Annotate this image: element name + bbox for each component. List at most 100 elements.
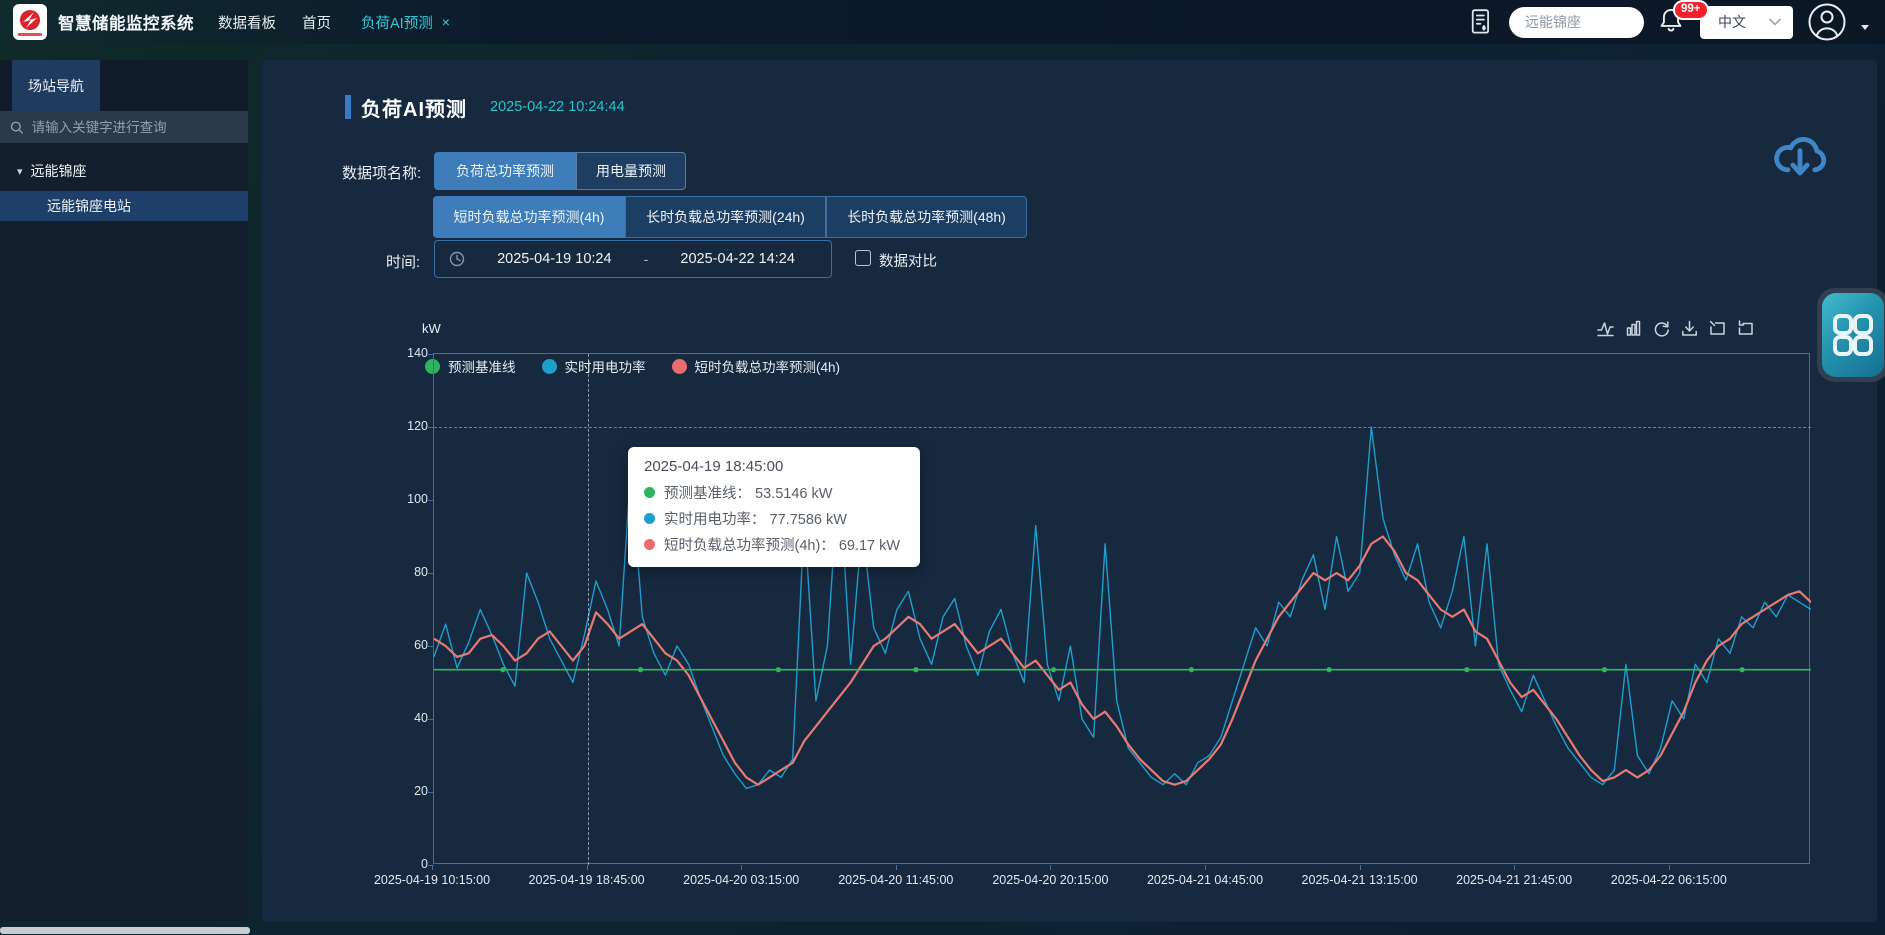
- chevron-down-icon: [1769, 18, 1781, 26]
- chart-tooltip: 2025-04-19 18:45:00 预测基准线： 53.5146 kW 实时…: [628, 447, 920, 567]
- quick-menu-button[interactable]: [1817, 288, 1885, 382]
- tree-node-parent[interactable]: ▾ 远能锦座: [0, 157, 248, 185]
- nav-item-home[interactable]: 首页: [302, 12, 331, 33]
- main-panel: 负荷AI预测 2025-04-22 10:24:44 数据项名称: 负荷总功率预…: [262, 60, 1877, 922]
- tooltip-time: 2025-04-19 18:45:00: [644, 458, 904, 475]
- series-marker: [638, 667, 643, 672]
- download-icon[interactable]: [1681, 320, 1698, 337]
- load-forecast-chart[interactable]: 0204060801001201402025-04-19 10:15:00202…: [433, 353, 1810, 864]
- series-marker: [1189, 667, 1194, 672]
- navbar-right: 99+ 中文: [1468, 3, 1869, 41]
- x-tick-label: 2025-04-20 11:45:00: [838, 873, 953, 887]
- top-navbar: 智慧储能监控系统 数据看板 首页 负荷AI预测 × 99+: [0, 0, 1885, 44]
- y-tick-label: 80: [390, 565, 428, 579]
- chart-series-canvas: [434, 354, 1811, 865]
- tooltip-dot-baseline: [644, 487, 655, 498]
- button-total-power-forecast[interactable]: 负荷总功率预测: [434, 152, 576, 190]
- notification-bell[interactable]: 99+: [1659, 7, 1685, 37]
- x-tick-label: 2025-04-22 06:15:00: [1611, 873, 1727, 887]
- avatar-icon[interactable]: [1808, 3, 1846, 41]
- x-tick-mark: [1205, 865, 1206, 870]
- subtab-short-term-4h[interactable]: 短时负载总功率预测(4h): [433, 196, 625, 238]
- report-icon[interactable]: [1468, 7, 1494, 37]
- time-start-value[interactable]: 2025-04-19 10:24: [475, 251, 634, 267]
- y-tick-mark: [428, 354, 434, 355]
- y-tick-mark: [428, 500, 434, 501]
- y-tick-label: 120: [390, 419, 428, 433]
- series-短时负载总功率预测(4h): [434, 537, 1811, 785]
- y-tick-mark: [428, 646, 434, 647]
- nav-menu: 数据看板 首页: [218, 12, 331, 33]
- station-sidebar: 场站导航 ▾ 远能锦座 远能锦座电站: [0, 60, 248, 922]
- logo[interactable]: [13, 4, 47, 40]
- series-marker: [1740, 667, 1745, 672]
- x-tick-mark: [1514, 865, 1515, 870]
- logo-subtext: [18, 33, 42, 36]
- line-chart-icon[interactable]: [1597, 320, 1614, 337]
- button-energy-forecast[interactable]: 用电量预测: [576, 152, 686, 190]
- tooltip-row-realtime: 实时用电功率： 77.7586 kW: [644, 508, 904, 529]
- x-tick-mark: [741, 865, 742, 870]
- tree-caret-icon[interactable]: ▾: [17, 165, 23, 178]
- series-marker: [500, 667, 505, 672]
- horizontal-scrollbar[interactable]: [0, 927, 250, 934]
- x-tick-label: 2025-04-19 10:15:00: [374, 873, 490, 887]
- x-tick-label: 2025-04-19 18:45:00: [529, 873, 645, 887]
- y-tick-label: 140: [390, 346, 428, 360]
- x-tick-label: 2025-04-20 20:15:00: [992, 873, 1108, 887]
- subtab-long-term-24h[interactable]: 长时负载总功率预测(24h): [625, 196, 826, 238]
- y-tick-mark: [428, 427, 434, 428]
- time-label: 时间:: [386, 251, 420, 272]
- y-tick-mark: [428, 865, 434, 866]
- zoom-restore-icon[interactable]: [1737, 320, 1754, 337]
- title-accent-bar: [345, 95, 351, 119]
- station-tree: ▾ 远能锦座 远能锦座电站: [0, 143, 248, 221]
- open-tab-load-forecast[interactable]: 负荷AI预测 ×: [361, 12, 450, 33]
- page-title: 负荷AI预测: [361, 93, 467, 122]
- time-end-value[interactable]: 2025-04-22 14:24: [658, 251, 817, 267]
- x-tick-mark: [896, 865, 897, 870]
- y-tick-label: 20: [390, 784, 428, 798]
- search-icon: [10, 120, 24, 135]
- data-zoom-icon[interactable]: [1709, 320, 1726, 337]
- y-axis-unit: kW: [422, 321, 441, 336]
- tooltip-row-forecast: 短时负载总功率预测(4h)： 69.17 kW: [644, 534, 904, 555]
- time-separator: -: [644, 251, 649, 267]
- export-button[interactable]: [1768, 126, 1832, 185]
- search-input[interactable]: [32, 120, 238, 135]
- x-tick-label: 2025-04-20 03:15:00: [683, 873, 799, 887]
- user-menu-caret-icon[interactable]: [1861, 25, 1869, 30]
- language-select[interactable]: 中文: [1700, 6, 1793, 39]
- sidebar-header: 场站导航: [0, 60, 248, 111]
- x-tick-mark: [1050, 865, 1051, 870]
- x-tick-mark: [1669, 865, 1670, 870]
- bar-chart-icon[interactable]: [1625, 320, 1642, 337]
- x-tick-mark: [1360, 865, 1361, 870]
- x-tick-label: 2025-04-21 13:15:00: [1302, 873, 1418, 887]
- tooltip-row-baseline: 预测基准线： 53.5146 kW: [644, 482, 904, 503]
- clock-icon: [449, 251, 465, 267]
- y-tick-label: 60: [390, 638, 428, 652]
- tab-station-navigation[interactable]: 场站导航: [12, 60, 100, 111]
- tree-node-child-selected[interactable]: 远能锦座电站: [0, 191, 248, 221]
- close-icon[interactable]: ×: [442, 15, 450, 29]
- tooltip-dot-realtime: [644, 513, 655, 524]
- quick-menu-inner: [1822, 293, 1884, 377]
- time-range-picker[interactable]: 2025-04-19 10:24 - 2025-04-22 14:24: [434, 240, 832, 278]
- nav-item-dashboard[interactable]: 数据看板: [218, 12, 276, 33]
- station-input[interactable]: [1509, 7, 1644, 38]
- x-tick-label: 2025-04-21 21:45:00: [1456, 873, 1572, 887]
- crosshair-horizontal: [434, 427, 1811, 428]
- app-window: 智慧储能监控系统 数据看板 首页 负荷AI预测 × 99+: [0, 0, 1885, 935]
- subtab-long-term-48h[interactable]: 长时负载总功率预测(48h): [826, 196, 1027, 238]
- page-timestamp: 2025-04-22 10:24:44: [490, 99, 625, 115]
- refresh-icon[interactable]: [1653, 320, 1670, 337]
- x-tick-mark: [432, 865, 433, 870]
- compare-checkbox[interactable]: [855, 250, 871, 266]
- y-tick-label: 40: [390, 711, 428, 725]
- series-marker: [1327, 667, 1332, 672]
- x-tick-label: 2025-04-21 04:45:00: [1147, 873, 1263, 887]
- y-tick-label: 0: [390, 857, 428, 871]
- grid-menu-icon: [1832, 311, 1874, 359]
- sidebar-search: [0, 111, 248, 143]
